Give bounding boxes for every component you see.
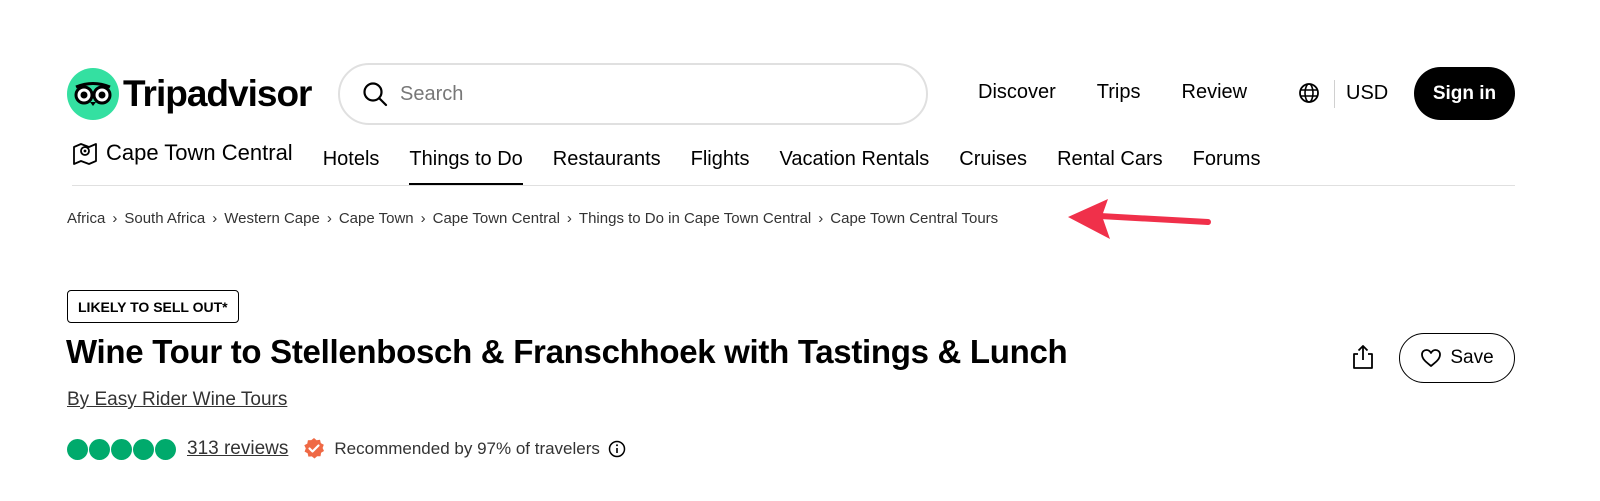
secondary-nav: Cape Town Central Hotels Things to Do Re… <box>72 140 1290 186</box>
heart-icon <box>1421 349 1442 367</box>
owl-icon <box>67 68 119 120</box>
info-icon[interactable] <box>608 440 626 458</box>
currency-selector[interactable]: USD <box>1346 82 1388 105</box>
breadcrumb-item-current[interactable]: Cape Town Central Tours <box>830 210 998 227</box>
page-title: Wine Tour to Stellenbosch & Franschhoek … <box>66 333 1068 370</box>
nav-discover[interactable]: Discover <box>978 81 1056 104</box>
breadcrumb-item[interactable]: Africa <box>67 210 105 227</box>
chevron-right-icon: › <box>420 210 426 227</box>
save-button[interactable]: Save <box>1399 333 1515 383</box>
rating-bubble <box>155 438 176 460</box>
search-input[interactable] <box>400 82 880 106</box>
rating-bubble <box>133 438 154 460</box>
top-nav: Discover Trips Review <box>978 81 1288 104</box>
rating-row: 313 reviews Recommended by 97% of travel… <box>67 437 626 461</box>
recommended-text: Recommended by 97% of travelers <box>334 439 600 458</box>
header: Tripadvisor Discover Trips Review USD Si… <box>0 0 1600 140</box>
location-selector[interactable]: Cape Town Central <box>72 140 293 166</box>
nav-review[interactable]: Review <box>1182 81 1248 104</box>
brand-name: Tripadvisor <box>123 73 312 114</box>
rating-bubble <box>111 438 132 460</box>
tab-cruises[interactable]: Cruises <box>959 140 1027 186</box>
recommended-badge-icon <box>304 438 325 459</box>
chevron-right-icon: › <box>326 210 332 227</box>
rating-bubble <box>89 438 110 460</box>
search-bar[interactable] <box>338 63 928 125</box>
tab-things-to-do[interactable]: Things to Do <box>409 140 524 186</box>
nav-divider <box>72 185 1515 186</box>
tripadvisor-logo[interactable]: Tripadvisor <box>67 68 312 120</box>
breadcrumb-item[interactable]: Cape Town <box>339 210 414 227</box>
search-icon <box>363 82 388 107</box>
location-name: Cape Town Central <box>106 140 293 165</box>
chevron-right-icon: › <box>212 210 218 227</box>
annotation-arrow-icon <box>1068 199 1211 239</box>
chevron-right-icon: › <box>566 210 572 227</box>
map-pin-icon <box>73 143 97 165</box>
breadcrumb: Africa › South Africa › Western Cape › C… <box>67 210 998 227</box>
breadcrumb-item[interactable]: Western Cape <box>224 210 320 227</box>
tab-flights[interactable]: Flights <box>691 140 750 186</box>
globe-icon[interactable] <box>1298 82 1320 104</box>
chevron-right-icon: › <box>818 210 824 227</box>
chevron-right-icon: › <box>112 210 118 227</box>
operator-link[interactable]: By Easy Rider Wine Tours <box>67 389 287 411</box>
status-badge: LIKELY TO SELL OUT* <box>67 290 239 323</box>
currency-divider <box>1334 80 1335 108</box>
breadcrumb-item[interactable]: South Africa <box>124 210 205 227</box>
share-icon[interactable] <box>1349 343 1377 371</box>
breadcrumb-item[interactable]: Cape Town Central <box>433 210 560 227</box>
tab-forums[interactable]: Forums <box>1193 140 1261 186</box>
tab-restaurants[interactable]: Restaurants <box>553 140 661 186</box>
tab-rental-cars[interactable]: Rental Cars <box>1057 140 1163 186</box>
tab-vacation-rentals[interactable]: Vacation Rentals <box>780 140 930 186</box>
nav-trips[interactable]: Trips <box>1097 81 1141 104</box>
tab-hotels[interactable]: Hotels <box>323 140 380 186</box>
rating-bubble <box>67 438 88 460</box>
reviews-link[interactable]: 313 reviews <box>187 438 288 460</box>
breadcrumb-item[interactable]: Things to Do in Cape Town Central <box>579 210 811 227</box>
save-label: Save <box>1450 347 1494 368</box>
sign-in-button[interactable]: Sign in <box>1414 67 1515 120</box>
